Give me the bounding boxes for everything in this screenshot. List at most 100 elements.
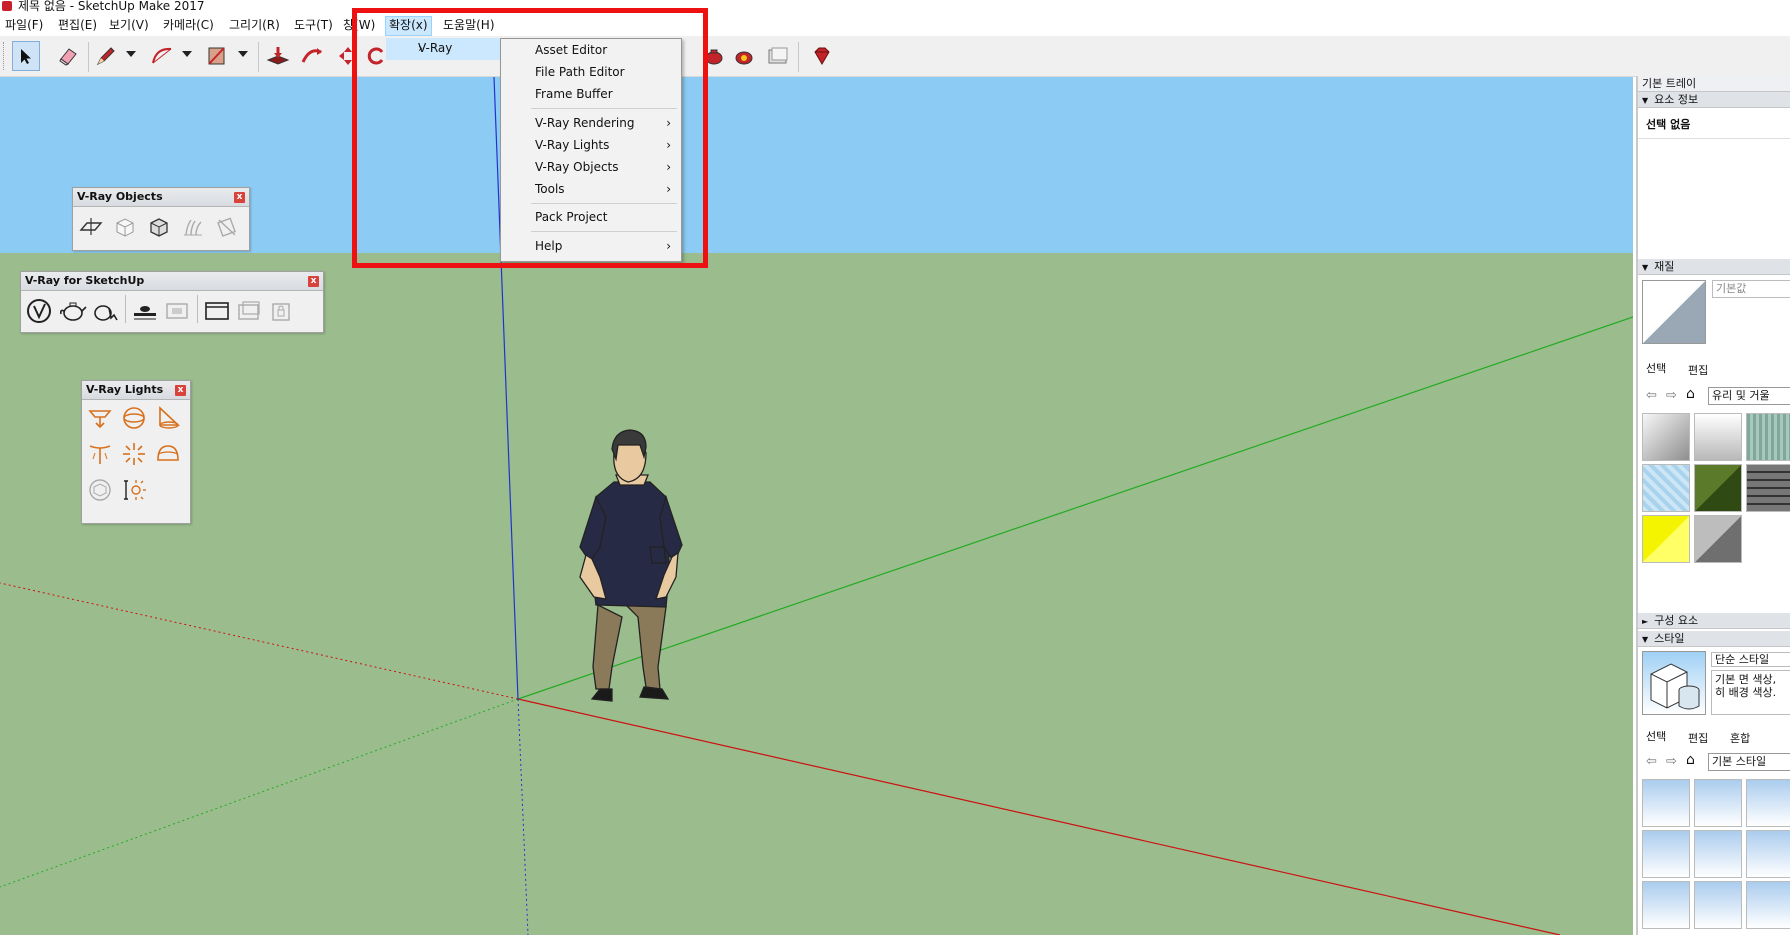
select-tool-button[interactable] <box>12 41 40 71</box>
vray-ies-light-icon[interactable] <box>86 440 114 468</box>
style-thumbnail[interactable] <box>1694 830 1742 878</box>
forward-arrow-icon[interactable]: ⇨ <box>1666 754 1677 769</box>
vray-lock-camera-icon[interactable] <box>235 297 263 325</box>
vray-rectangle-light-icon[interactable] <box>86 404 114 432</box>
toolbar-grip[interactable] <box>3 42 7 70</box>
style-thumbnail[interactable] <box>1642 881 1690 929</box>
styles-tab-mix[interactable]: 혼합 <box>1730 730 1750 746</box>
menu-edit[interactable]: 편집(E) <box>55 16 100 34</box>
menu-file[interactable]: 파일(F) <box>2 16 46 34</box>
vray-interactive-render-button[interactable] <box>730 41 758 71</box>
menu-bar: 파일(F) 편집(E) 보기(V) 카메라(C) 그리기(R) 도구(T) 창(… <box>0 14 1790 36</box>
vray-spot-light-icon[interactable] <box>154 404 182 432</box>
material-name-field[interactable]: 기본값 <box>1712 280 1790 298</box>
material-swatch[interactable] <box>1694 464 1742 512</box>
entity-info-value: 선택 없음 <box>1646 118 1691 131</box>
follow-me-tool-button[interactable] <box>298 41 326 71</box>
vray-sphere-light-icon[interactable] <box>120 404 148 432</box>
vray-render-teapot-icon[interactable] <box>59 297 87 325</box>
home-icon[interactable]: ⌂ <box>1686 752 1695 768</box>
vray-lock-icon[interactable] <box>267 297 295 325</box>
vray-mesh-light-icon[interactable] <box>86 476 114 504</box>
vray-frame-buffer-icon[interactable] <box>203 297 231 325</box>
arc-tool-button[interactable] <box>148 41 176 71</box>
style-thumbnail[interactable] <box>1642 830 1690 878</box>
close-icon[interactable]: x <box>234 192 245 203</box>
entity-info-header[interactable]: ▼ 요소 정보 <box>1638 92 1790 108</box>
vray-dome-light-icon[interactable] <box>154 440 182 468</box>
vray-for-sketchup-title[interactable]: V-Ray for SketchUp x <box>21 272 323 291</box>
collapse-triangle-icon: ▼ <box>1642 635 1649 644</box>
interactive-teapot-icon <box>735 51 753 65</box>
vray-for-sketchup-toolbar[interactable]: V-Ray for SketchUp x <box>20 271 324 333</box>
ground-plane <box>0 253 1633 935</box>
style-description-field[interactable]: 기본 면 색상, 히 배경 색상. <box>1711 670 1790 715</box>
material-swatch[interactable] <box>1694 515 1742 563</box>
styles-tab-select[interactable]: 선택 <box>1646 728 1666 744</box>
vray-proxy-import-icon[interactable] <box>145 213 173 241</box>
materials-header[interactable]: ▼ 재질 <box>1638 259 1790 275</box>
vray-omni-light-icon[interactable] <box>120 440 148 468</box>
style-thumbnail[interactable] <box>1694 881 1742 929</box>
vray-clipper-icon[interactable] <box>213 213 241 241</box>
style-name-field[interactable]: 단순 스타일 <box>1711 652 1790 667</box>
back-arrow-icon[interactable]: ⇦ <box>1646 388 1657 403</box>
vray-interactive-render-icon[interactable] <box>91 297 119 325</box>
vray-asset-editor-icon[interactable] <box>25 297 53 325</box>
vray-fur-icon[interactable] <box>179 213 207 241</box>
collapse-triangle-icon: ▼ <box>1642 96 1649 105</box>
styles-header[interactable]: ▼ 스타일 <box>1638 631 1790 647</box>
line-tool-dropdown-icon[interactable] <box>126 51 136 57</box>
style-thumbnail[interactable] <box>1746 779 1790 827</box>
material-swatch[interactable] <box>1746 413 1790 461</box>
eraser-tool-button[interactable] <box>54 41 82 71</box>
vray-lights-title[interactable]: V-Ray Lights x <box>82 381 190 400</box>
modeling-viewport[interactable]: V-Ray Objects x V-Ray for SketchUp x V-R… <box>0 77 1633 935</box>
style-preview-thumbnail[interactable] <box>1642 651 1706 715</box>
vray-frame-buffer-button[interactable] <box>764 41 792 71</box>
forward-arrow-icon[interactable]: ⇨ <box>1666 388 1677 403</box>
components-header[interactable]: ► 구성 요소 <box>1638 613 1790 629</box>
material-swatch[interactable] <box>1746 464 1790 512</box>
style-thumbnail[interactable] <box>1694 779 1742 827</box>
vray-objects-toolbar[interactable]: V-Ray Objects x <box>72 187 250 251</box>
styles-tab-edit[interactable]: 편집 <box>1688 730 1708 746</box>
materials-tab-edit[interactable]: 편집 <box>1688 362 1708 378</box>
material-swatch[interactable] <box>1642 515 1690 563</box>
material-swatch[interactable] <box>1694 413 1742 461</box>
vray-lights-toolbar[interactable]: V-Ray Lights x <box>81 380 191 524</box>
vray-render-in-cloud-icon[interactable] <box>131 297 159 325</box>
line-tool-button[interactable] <box>92 41 120 71</box>
material-swatch[interactable] <box>1642 413 1690 461</box>
vray-adjust-light-intensity-icon[interactable] <box>120 476 148 504</box>
style-thumbnail[interactable] <box>1746 881 1790 929</box>
material-swatch[interactable] <box>1642 464 1690 512</box>
vray-plane-icon[interactable] <box>77 213 105 241</box>
close-icon[interactable]: x <box>175 385 186 396</box>
close-icon[interactable]: x <box>308 276 319 287</box>
panel-separator <box>197 295 198 323</box>
window-title: 제목 없음 - SketchUp Make 2017 <box>18 0 205 13</box>
rectangle-tool-button[interactable] <box>203 41 231 71</box>
styles-library-select[interactable]: 기본 스타일 <box>1708 753 1790 771</box>
style-thumbnail[interactable] <box>1642 779 1690 827</box>
materials-library-select[interactable]: 유리 및 거울 <box>1708 387 1790 405</box>
style-thumbnail[interactable] <box>1746 830 1790 878</box>
ruby-gem-icon <box>814 47 830 65</box>
materials-tab-select[interactable]: 선택 <box>1646 360 1666 376</box>
menu-draw[interactable]: 그리기(R) <box>226 16 283 34</box>
back-arrow-icon[interactable]: ⇦ <box>1646 754 1657 769</box>
rectangle-tool-dropdown-icon[interactable] <box>238 51 248 57</box>
push-pull-tool-button[interactable] <box>264 41 292 71</box>
menu-tools[interactable]: 도구(T) <box>291 16 336 34</box>
menu-camera[interactable]: 카메라(C) <box>160 16 217 34</box>
vray-proxy-export-icon[interactable] <box>111 213 139 241</box>
ruby-extension-button[interactable] <box>808 41 836 71</box>
vray-batch-render-icon[interactable] <box>163 297 191 325</box>
components-header-text: 구성 요소 <box>1654 614 1699 627</box>
home-icon[interactable]: ⌂ <box>1686 386 1695 402</box>
vray-objects-title[interactable]: V-Ray Objects x <box>73 188 249 207</box>
material-preview-swatch[interactable] <box>1642 280 1706 344</box>
arc-tool-dropdown-icon[interactable] <box>182 51 192 57</box>
menu-view[interactable]: 보기(V) <box>106 16 152 34</box>
